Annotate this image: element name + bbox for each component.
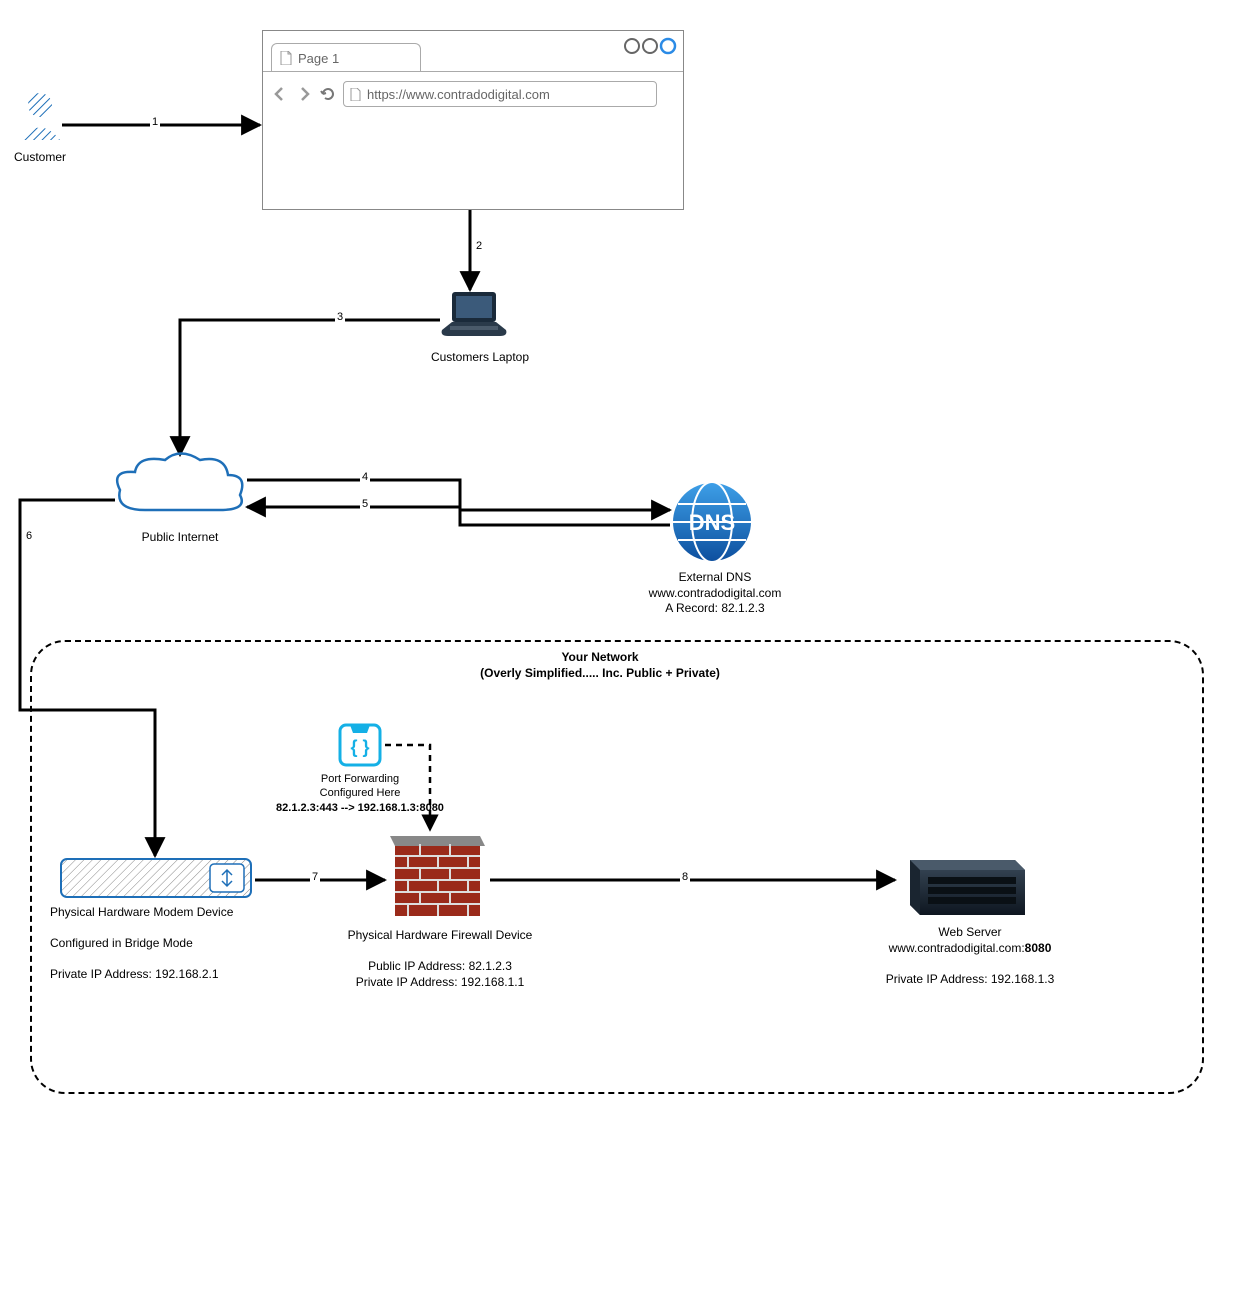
laptop-icon [440, 290, 510, 350]
page-icon [280, 51, 292, 65]
page-icon [350, 88, 361, 101]
firewall-title: Physical Hardware Firewall Device [348, 928, 533, 942]
edge-5-label: 5 [360, 498, 370, 510]
cloud-icon [110, 450, 250, 535]
edge-1-label: 1 [150, 116, 160, 128]
edge-8-label: 8 [680, 871, 690, 883]
firewall-icon [390, 832, 485, 927]
edge-4-label: 4 [360, 471, 370, 483]
config-icon: { } [335, 720, 385, 775]
window-controls-icon [623, 37, 677, 55]
pf-line2: Configured Here [320, 787, 401, 799]
firewall-public-ip: Public IP Address: 82.1.2.3 [368, 959, 512, 973]
tab-label: Page 1 [298, 51, 339, 66]
webserver-title: Web Server [938, 925, 1001, 939]
dns-a-record: A Record: 82.1.2.3 [665, 601, 764, 615]
network-title: Your Network (Overly Simplified..... Inc… [400, 650, 800, 681]
back-icon[interactable] [271, 85, 289, 103]
modem-title: Physical Hardware Modem Device [50, 905, 233, 919]
dns-title: External DNS [679, 570, 752, 584]
modem-mode: Configured in Bridge Mode [50, 936, 193, 950]
web-server-icon [900, 845, 1030, 925]
svg-text:{ }: { } [350, 737, 369, 757]
webserver-domain: www.contradodigital.com:8080 [889, 941, 1052, 955]
customer-label: Customer [0, 150, 80, 166]
customer-icon [15, 90, 65, 150]
cloud-label: Public Internet [130, 530, 230, 546]
forward-icon[interactable] [295, 85, 313, 103]
network-subtitle: (Overly Simplified..... Inc. Public + Pr… [480, 666, 720, 680]
edge-3-label: 3 [335, 311, 345, 323]
port-forwarding-label: Port Forwarding Configured Here 82.1.2.3… [270, 772, 450, 815]
modem-ip: Private IP Address: 192.168.2.1 [50, 967, 219, 981]
firewall-private-ip: Private IP Address: 192.168.1.1 [356, 975, 525, 989]
edge-6-label: 6 [24, 530, 34, 542]
pf-rule: 82.1.2.3:443 --> 192.168.1.3:8080 [276, 802, 444, 814]
modem-icon [60, 858, 255, 905]
url-text: https://www.contradodigital.com [367, 87, 550, 102]
dns-icon: DNS [670, 480, 755, 570]
address-bar[interactable]: https://www.contradodigital.com [343, 81, 657, 107]
refresh-icon[interactable] [319, 85, 337, 103]
pf-line1: Port Forwarding [321, 773, 399, 785]
svg-text:DNS: DNS [689, 510, 735, 535]
edge-2-label: 2 [474, 240, 484, 252]
browser-tab[interactable]: Page 1 [271, 43, 421, 72]
edge-7-label: 7 [310, 871, 320, 883]
firewall-label: Physical Hardware Firewall Device Public… [340, 928, 540, 990]
laptop-label: Customers Laptop [420, 350, 540, 366]
dns-domain: www.contradodigital.com [649, 586, 782, 600]
browser-window: Page 1 https://www.contradodigital.com [262, 30, 684, 210]
webserver-ip: Private IP Address: 192.168.1.3 [886, 972, 1055, 986]
dns-label: External DNS www.contradodigital.com A R… [640, 570, 790, 617]
network-title-text: Your Network [561, 650, 638, 664]
modem-label: Physical Hardware Modem Device Configure… [50, 905, 270, 983]
webserver-label: Web Server www.contradodigital.com:8080 … [880, 925, 1060, 987]
